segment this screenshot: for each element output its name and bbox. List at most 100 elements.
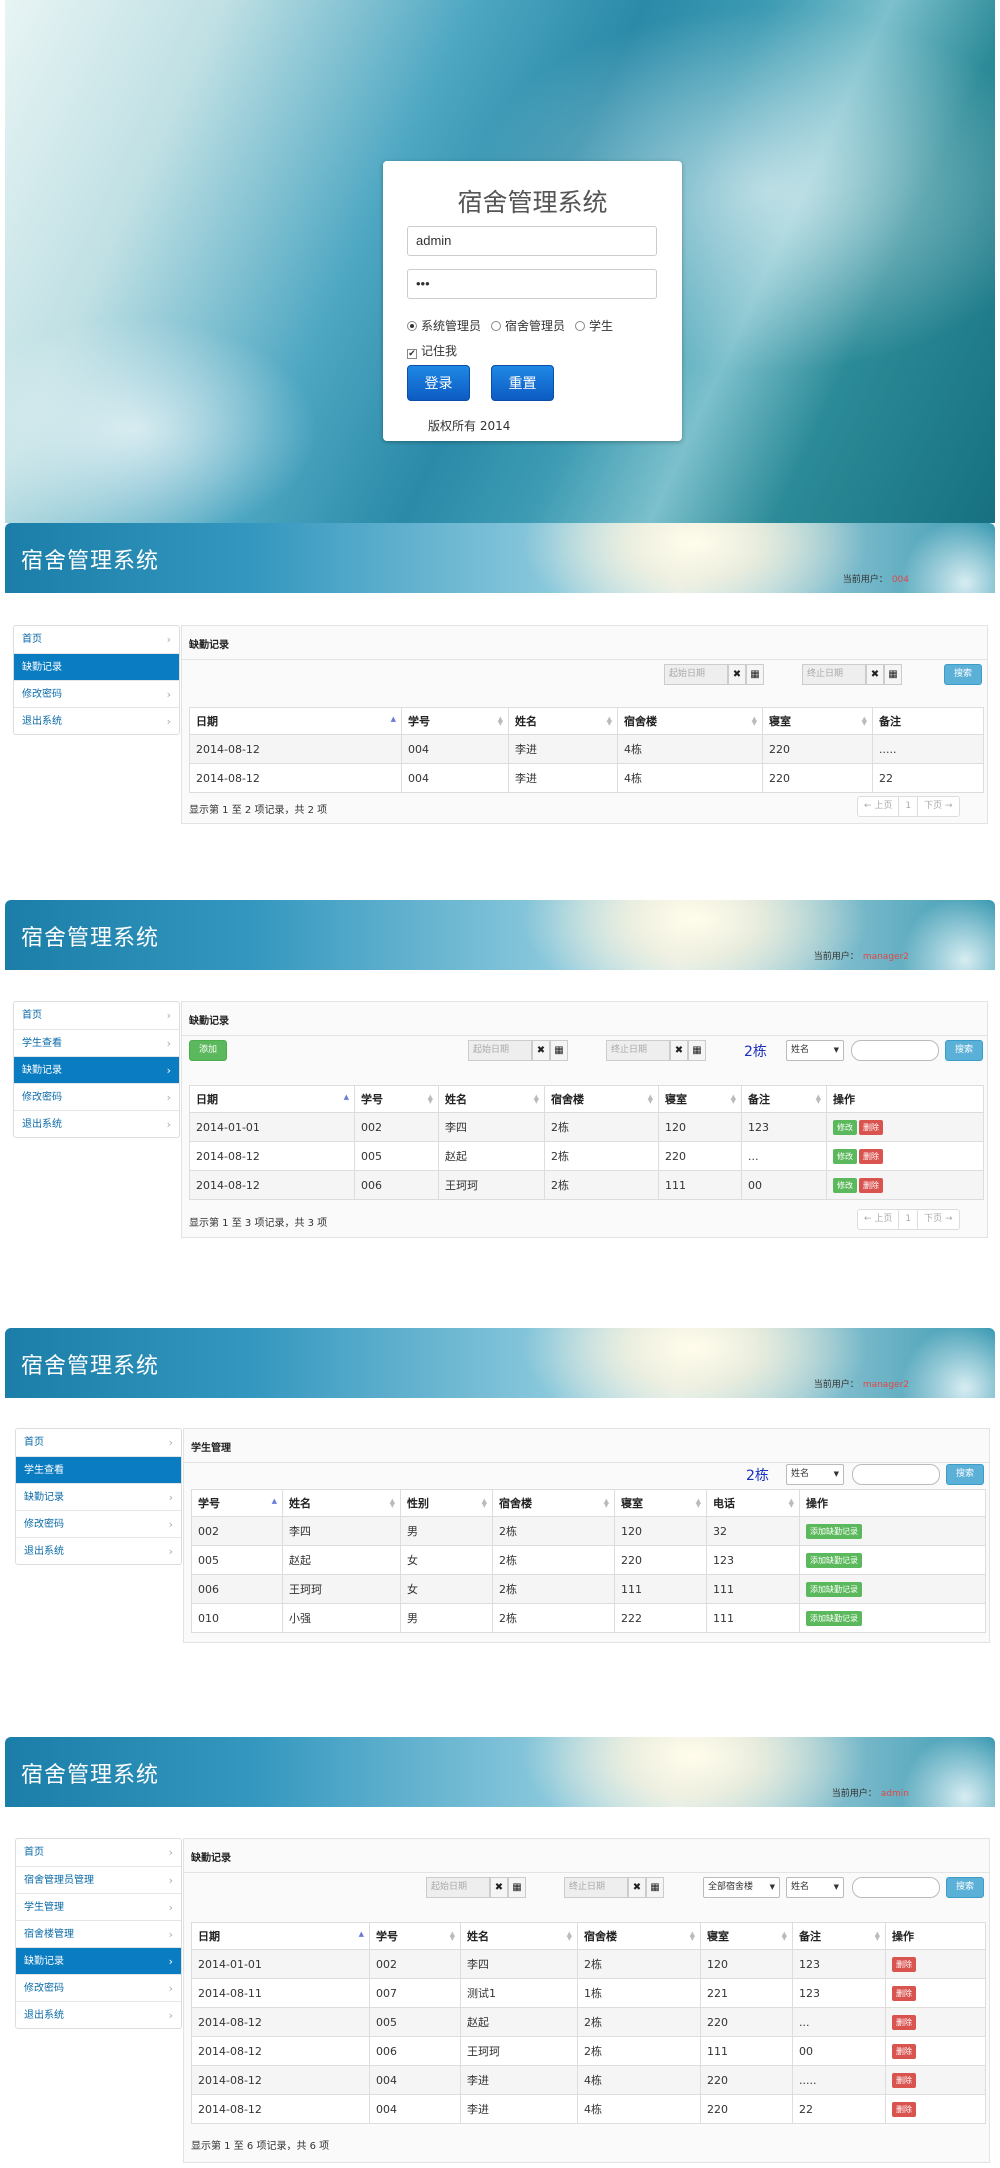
page-1-button[interactable]: 1 — [898, 1210, 917, 1229]
column-header[interactable]: 学号 ▲ ▼ — [401, 707, 509, 735]
column-header[interactable]: 寝室 ▲ ▼ — [700, 1922, 793, 1950]
column-header[interactable]: 学号 ▲ — [191, 1489, 283, 1517]
delete-button[interactable]: 删除 — [859, 1177, 883, 1193]
building-select[interactable]: 全部宿舍楼 ▼ — [703, 1877, 780, 1898]
add-absence-button[interactable]: 添加缺勤记录 — [806, 1552, 862, 1568]
sidebar-item-logout[interactable]: 退出系统 › — [16, 1537, 181, 1564]
column-header[interactable]: 姓名 ▲ ▼ — [508, 707, 618, 735]
start-date-input[interactable]: 起始日期 — [426, 1877, 490, 1898]
field-select[interactable]: 姓名 ▼ — [786, 1877, 844, 1898]
sidebar-item-password[interactable]: 修改密码 › — [14, 680, 179, 707]
search-button[interactable]: 搜索 — [946, 1464, 984, 1485]
column-header[interactable]: 宿舍楼 ▲ ▼ — [617, 707, 763, 735]
sidebar-item-buildings[interactable]: 宿舍楼管理 › — [16, 1920, 181, 1947]
sidebar-item-absence[interactable]: 缺勤记录 › — [16, 1483, 181, 1510]
login-button[interactable]: 登录 — [407, 365, 470, 401]
start-date-input[interactable]: 起始日期 — [664, 664, 728, 685]
search-input[interactable] — [852, 1464, 940, 1485]
sidebar-item-students[interactable]: 学生管理 › — [16, 1893, 181, 1920]
delete-button[interactable]: 删除 — [892, 2014, 916, 2030]
clear-icon[interactable]: ✖ — [866, 664, 884, 685]
search-button[interactable]: 搜索 — [946, 1877, 984, 1898]
start-date-input[interactable]: 起始日期 — [468, 1040, 532, 1061]
column-header[interactable]: 宿舍楼 ▲ ▼ — [577, 1922, 701, 1950]
column-header[interactable]: 姓名 ▲ ▼ — [282, 1489, 401, 1517]
column-header[interactable]: 姓名 ▲ ▼ — [460, 1922, 578, 1950]
sidebar-item-home[interactable]: 首页 › — [14, 626, 179, 653]
reset-button[interactable]: 重置 — [491, 365, 554, 401]
delete-button[interactable]: 删除 — [892, 2043, 916, 2059]
add-absence-button[interactable]: 添加缺勤记录 — [806, 1581, 862, 1597]
delete-button[interactable]: 删除 — [892, 2072, 916, 2088]
sidebar-item-password[interactable]: 修改密码 › — [16, 1974, 181, 2001]
column-header[interactable]: 日期 ▲ — [191, 1922, 370, 1950]
column-header[interactable]: 备注 ▲ ▼ — [741, 1085, 827, 1113]
sidebar-item-logout[interactable]: 退出系统 › — [14, 1110, 179, 1137]
add-absence-button[interactable]: 添加缺勤记录 — [806, 1610, 862, 1626]
search-input[interactable] — [851, 1040, 939, 1061]
sidebar-item-absence[interactable]: 缺勤记录 › — [16, 1947, 181, 1974]
calendar-icon[interactable]: ▦ — [550, 1040, 568, 1061]
add-button[interactable]: 添加 — [189, 1040, 227, 1061]
column-header[interactable]: 姓名 ▲ ▼ — [438, 1085, 545, 1113]
column-header[interactable]: 备注 ▲ ▼ — [792, 1922, 886, 1950]
calendar-icon[interactable]: ▦ — [746, 664, 764, 685]
delete-button[interactable]: 删除 — [892, 1985, 916, 2001]
clear-icon[interactable]: ✖ — [728, 664, 746, 685]
calendar-icon[interactable]: ▦ — [884, 664, 902, 685]
search-button[interactable]: 搜索 — [944, 664, 982, 685]
delete-button[interactable]: 删除 — [859, 1119, 883, 1135]
column-header[interactable]: 寝室 ▲ ▼ — [762, 707, 873, 735]
delete-button[interactable]: 删除 — [859, 1148, 883, 1164]
sidebar-item-home[interactable]: 首页 › — [16, 1839, 181, 1866]
password-input[interactable]: ••• — [407, 269, 657, 299]
column-header[interactable]: 日期 ▲ — [189, 1085, 355, 1113]
sidebar-item-home[interactable]: 首页 › — [16, 1429, 181, 1456]
sidebar-item-home[interactable]: 首页 › — [14, 1002, 179, 1029]
end-date-input[interactable]: 终止日期 — [564, 1877, 628, 1898]
prev-page-button[interactable]: ← 上页 — [858, 797, 898, 816]
field-select[interactable]: 姓名 ▼ — [786, 1464, 844, 1485]
column-header[interactable]: 宿舍楼 ▲ ▼ — [544, 1085, 659, 1113]
edit-button[interactable]: 修改 — [833, 1148, 857, 1164]
column-header[interactable]: 日期 ▲ — [189, 707, 402, 735]
prev-page-button[interactable]: ← 上页 — [858, 1210, 898, 1229]
sidebar-item-students[interactable]: 学生查看 › — [14, 1029, 179, 1056]
column-header[interactable]: 性别 ▲ ▼ — [400, 1489, 493, 1517]
column-header[interactable]: 学号 ▲ ▼ — [369, 1922, 461, 1950]
calendar-icon[interactable]: ▦ — [508, 1877, 526, 1898]
calendar-icon[interactable]: ▦ — [688, 1040, 706, 1061]
delete-button[interactable]: 删除 — [892, 2101, 916, 2117]
search-button[interactable]: 搜索 — [945, 1040, 983, 1061]
column-header[interactable]: 寝室 ▲ ▼ — [658, 1085, 742, 1113]
edit-button[interactable]: 修改 — [833, 1119, 857, 1135]
end-date-input[interactable]: 终止日期 — [802, 664, 866, 685]
role-radio-student[interactable]: 学生 — [575, 317, 613, 334]
role-radio-admin[interactable]: 系统管理员 — [407, 317, 481, 334]
sidebar-item-logout[interactable]: 退出系统 › — [16, 2001, 181, 2028]
field-select[interactable]: 姓名 ▼ — [786, 1040, 844, 1061]
sidebar-item-absence[interactable]: 缺勤记录 — [14, 653, 179, 680]
next-page-button[interactable]: 下页 → — [917, 1210, 958, 1229]
role-radio-dorm-manager[interactable]: 宿舍管理员 — [491, 317, 565, 334]
column-header[interactable]: 备注 — [872, 707, 984, 735]
sidebar-item-password[interactable]: 修改密码 › — [14, 1083, 179, 1110]
clear-icon[interactable]: ✖ — [628, 1877, 646, 1898]
sidebar-item-students[interactable]: 学生查看 — [16, 1456, 181, 1483]
clear-icon[interactable]: ✖ — [670, 1040, 688, 1061]
end-date-input[interactable]: 终止日期 — [606, 1040, 670, 1061]
sidebar-item-dorm-managers[interactable]: 宿舍管理员管理 › — [16, 1866, 181, 1893]
column-header[interactable]: 电话 ▲ ▼ — [706, 1489, 800, 1517]
column-header[interactable]: 宿舍楼 ▲ ▼ — [492, 1489, 615, 1517]
search-input[interactable] — [852, 1877, 940, 1898]
delete-button[interactable]: 删除 — [892, 1956, 916, 1972]
clear-icon[interactable]: ✖ — [532, 1040, 550, 1061]
sidebar-item-password[interactable]: 修改密码 › — [16, 1510, 181, 1537]
calendar-icon[interactable]: ▦ — [646, 1877, 664, 1898]
sidebar-item-logout[interactable]: 退出系统 › — [14, 707, 179, 734]
next-page-button[interactable]: 下页 → — [917, 797, 958, 816]
edit-button[interactable]: 修改 — [833, 1177, 857, 1193]
username-input[interactable]: admin — [407, 226, 657, 256]
column-header[interactable]: 学号 ▲ ▼ — [354, 1085, 439, 1113]
clear-icon[interactable]: ✖ — [490, 1877, 508, 1898]
